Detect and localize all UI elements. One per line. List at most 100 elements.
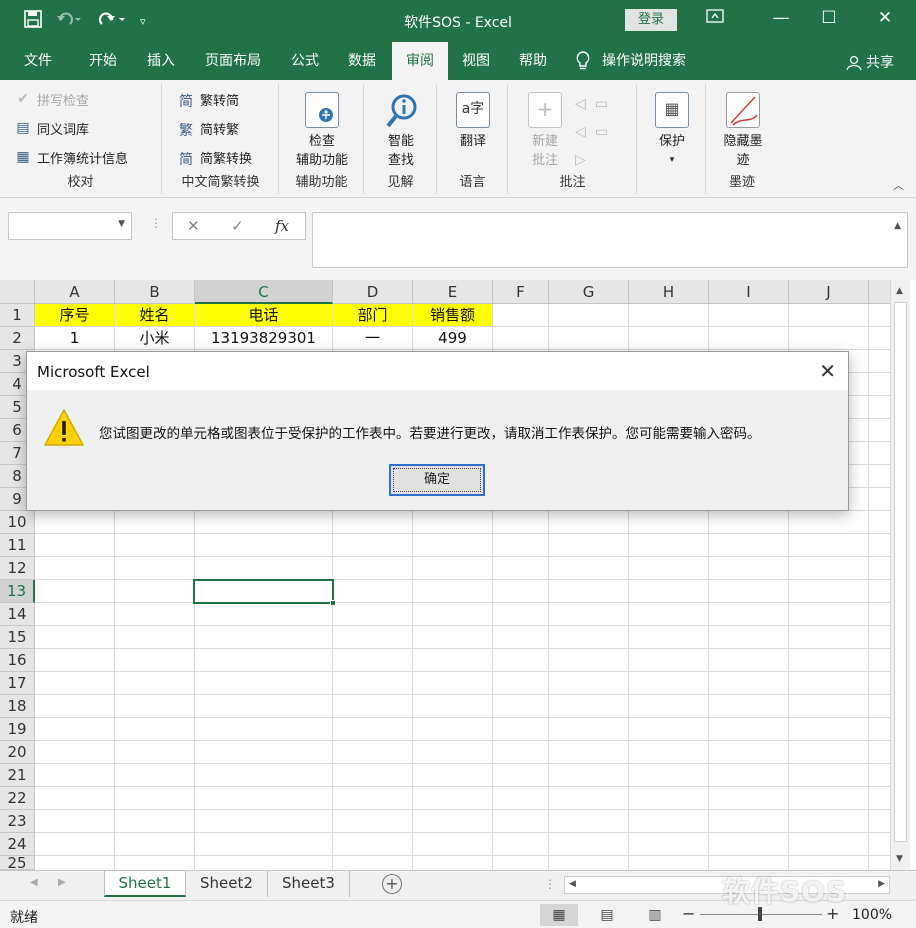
row-header[interactable]: 1 bbox=[0, 304, 35, 327]
row-header[interactable]: 22 bbox=[0, 787, 35, 810]
vertical-scroll-thumb[interactable] bbox=[894, 302, 907, 842]
column-header-f[interactable]: F bbox=[493, 280, 549, 304]
row-header[interactable]: 21 bbox=[0, 764, 35, 787]
row-header[interactable]: 24 bbox=[0, 833, 35, 856]
to-traditional-button[interactable]: 繁 简转繁 bbox=[177, 119, 239, 139]
column-header-b[interactable]: B bbox=[115, 280, 195, 304]
tab-formulas[interactable]: 公式 bbox=[278, 42, 332, 80]
row-header[interactable]: 11 bbox=[0, 534, 35, 557]
row-header[interactable]: 17 bbox=[0, 672, 35, 695]
show-all-comments-icon[interactable]: ▭ bbox=[595, 124, 608, 140]
scroll-up-icon[interactable]: ▲ bbox=[896, 286, 903, 296]
minimize-icon[interactable]: — bbox=[758, 8, 804, 28]
cell-e1[interactable]: 销售额 bbox=[413, 304, 492, 326]
cell-c2[interactable]: 13193829301 bbox=[195, 327, 332, 349]
thesaurus-button[interactable]: ▤ 同义词库 bbox=[14, 119, 89, 139]
tell-me-search[interactable]: 操作说明搜索 bbox=[576, 42, 716, 80]
close-icon[interactable]: ✕ bbox=[819, 359, 836, 383]
scroll-right-icon[interactable]: ▶ bbox=[878, 879, 885, 889]
selected-cell-c13[interactable] bbox=[193, 579, 336, 606]
cell-d1[interactable]: 部门 bbox=[333, 304, 412, 326]
collapse-ribbon-icon[interactable]: ︿ bbox=[893, 177, 904, 193]
ribbon-display-icon[interactable] bbox=[692, 8, 738, 28]
next-comment-icon[interactable]: ▷ bbox=[575, 152, 586, 168]
add-sheet-button[interactable]: + bbox=[382, 874, 402, 894]
new-comment-button[interactable]: + 新建 批注 bbox=[515, 90, 575, 170]
cell-c1[interactable]: 电话 bbox=[195, 304, 332, 326]
expand-formula-icon[interactable]: ▲ bbox=[894, 221, 901, 231]
tab-insert[interactable]: 插入 bbox=[132, 42, 190, 80]
cell-d2[interactable]: 一 bbox=[333, 327, 412, 349]
cell-b1[interactable]: 姓名 bbox=[115, 304, 194, 326]
sheet-tab-sheet2[interactable]: Sheet2 bbox=[186, 871, 268, 897]
page-layout-view-icon[interactable]: ▤ bbox=[588, 904, 626, 926]
previous-sheet-icon[interactable]: ◀ bbox=[30, 877, 38, 888]
check-accessibility-button[interactable]: 检查 辅助功能 bbox=[288, 90, 356, 170]
tab-file[interactable]: 文件 bbox=[8, 42, 68, 80]
tab-help[interactable]: 帮助 bbox=[506, 42, 560, 80]
row-header[interactable]: 16 bbox=[0, 649, 35, 672]
sheet-tab-sheet1[interactable]: Sheet1 bbox=[104, 871, 186, 897]
tab-view[interactable]: 视图 bbox=[450, 42, 502, 80]
row-header[interactable]: 10 bbox=[0, 511, 35, 534]
close-icon[interactable]: ✕ bbox=[862, 8, 908, 28]
column-header-c[interactable]: C bbox=[195, 280, 333, 304]
normal-view-icon[interactable]: ▦ bbox=[540, 904, 578, 926]
previous-comment-icon[interactable]: ◁ bbox=[575, 124, 586, 140]
scroll-left-icon[interactable]: ◀ bbox=[569, 879, 576, 889]
protect-button[interactable]: ▦ 保护 ▾ bbox=[644, 90, 700, 170]
insert-function-icon[interactable]: fx bbox=[275, 217, 289, 235]
row-header[interactable]: 19 bbox=[0, 718, 35, 741]
column-header-k[interactable] bbox=[869, 280, 890, 304]
zoom-level[interactable]: 100% bbox=[852, 907, 892, 923]
row-header[interactable]: 13 bbox=[0, 580, 35, 603]
show-comment-icon[interactable]: ▭ bbox=[595, 96, 608, 112]
to-simplified-button[interactable]: 简 繁转简 bbox=[177, 90, 239, 110]
fill-handle[interactable] bbox=[330, 600, 336, 606]
row-header[interactable]: 20 bbox=[0, 741, 35, 764]
smart-lookup-button[interactable]: 智能 查找 bbox=[371, 90, 431, 170]
ok-button[interactable]: 确定 bbox=[389, 464, 485, 496]
column-header-i[interactable]: I bbox=[709, 280, 789, 304]
enter-icon[interactable]: ✓ bbox=[231, 217, 244, 235]
tab-page-layout[interactable]: 页面布局 bbox=[192, 42, 274, 80]
maximize-icon[interactable]: ☐ bbox=[806, 8, 852, 28]
column-header-e[interactable]: E bbox=[413, 280, 493, 304]
row-header[interactable]: 15 bbox=[0, 626, 35, 649]
tab-split-grip-icon[interactable]: ⋮ bbox=[544, 877, 556, 891]
spell-check-button[interactable]: ✔ 拼写检查 bbox=[14, 90, 89, 110]
tab-review[interactable]: 审阅 bbox=[392, 42, 448, 80]
share-button[interactable]: 共享 bbox=[845, 52, 894, 72]
column-header-a[interactable]: A bbox=[35, 280, 115, 304]
column-header-g[interactable]: G bbox=[549, 280, 629, 304]
select-all-corner[interactable] bbox=[0, 280, 35, 304]
chinese-convert-button[interactable]: 简 简繁转换 bbox=[177, 148, 252, 168]
column-header-j[interactable]: J bbox=[789, 280, 869, 304]
next-sheet-icon[interactable]: ▶ bbox=[58, 877, 66, 888]
login-button[interactable]: 登录 bbox=[625, 9, 677, 31]
sheet-tab-sheet3[interactable]: Sheet3 bbox=[268, 871, 350, 897]
delete-comment-icon[interactable]: ◁ bbox=[575, 96, 586, 112]
cell-a2[interactable]: 1 bbox=[35, 327, 114, 349]
row-header[interactable]: 2 bbox=[0, 327, 35, 350]
tab-home[interactable]: 开始 bbox=[74, 42, 132, 80]
formula-input[interactable]: ▲ bbox=[312, 212, 908, 268]
vertical-scrollbar[interactable]: ▲ ▼ bbox=[890, 280, 910, 870]
cancel-icon[interactable]: ✕ bbox=[187, 217, 200, 235]
chevron-down-icon[interactable]: ▼ bbox=[118, 219, 125, 229]
cell-e2[interactable]: 499 bbox=[413, 327, 492, 349]
page-break-view-icon[interactable]: ▥ bbox=[636, 904, 674, 926]
scroll-down-icon[interactable]: ▼ bbox=[896, 854, 903, 864]
cell-b2[interactable]: 小米 bbox=[115, 327, 194, 349]
row-header[interactable]: 12 bbox=[0, 557, 35, 580]
zoom-out-button[interactable]: − bbox=[682, 904, 695, 923]
translate-button[interactable]: a字 翻译 bbox=[444, 90, 502, 151]
row-header[interactable]: 23 bbox=[0, 810, 35, 833]
tab-data[interactable]: 数据 bbox=[336, 42, 388, 80]
cell-a1[interactable]: 序号 bbox=[35, 304, 114, 326]
row-header[interactable]: 18 bbox=[0, 695, 35, 718]
row-header[interactable]: 25 bbox=[0, 856, 35, 870]
column-header-d[interactable]: D bbox=[333, 280, 413, 304]
hide-ink-button[interactable]: 隐藏墨 迹 bbox=[711, 90, 775, 170]
row-header[interactable]: 14 bbox=[0, 603, 35, 626]
